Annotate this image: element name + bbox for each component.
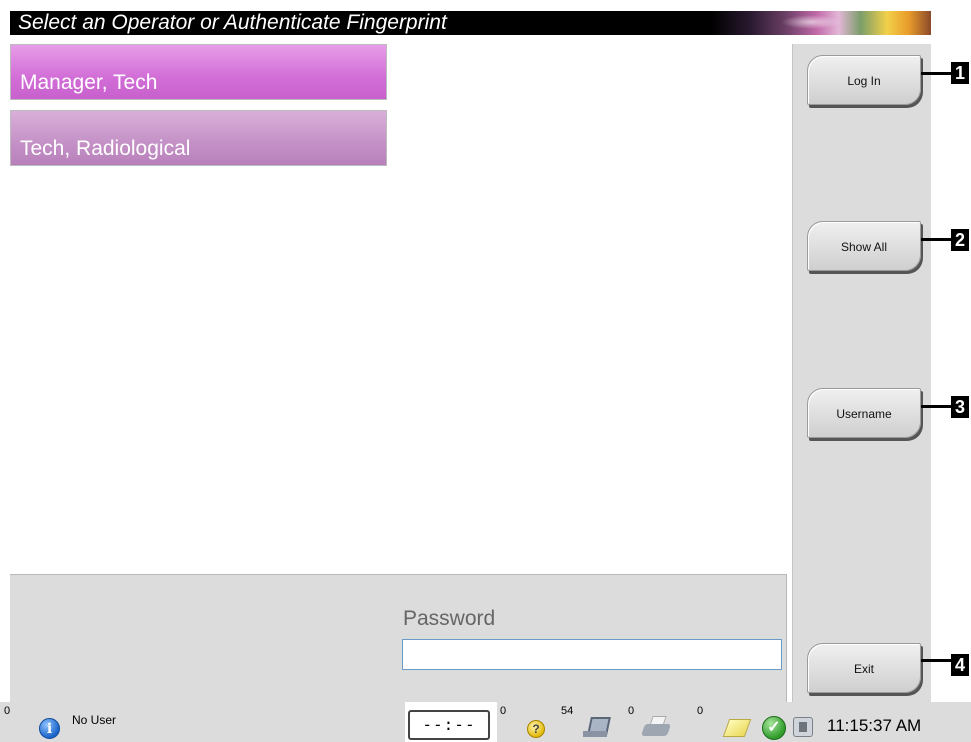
system-clock: 11:15:37 AM xyxy=(827,716,922,735)
title-bar: Select an Operator or Authenticate Finge… xyxy=(10,11,931,35)
film-count: 54 xyxy=(561,705,574,717)
callout-number: 4 xyxy=(951,654,969,676)
printer-count: 0 xyxy=(628,705,635,717)
check-icon[interactable]: ✓ xyxy=(762,716,786,740)
help-count: 0 xyxy=(500,705,507,717)
action-sidebar xyxy=(792,44,931,702)
callout-line xyxy=(921,238,955,241)
connection-icon[interactable] xyxy=(790,714,816,740)
notes-count: 0 xyxy=(697,705,704,717)
exposure-timer: --:-- xyxy=(408,710,490,740)
callout-number: 2 xyxy=(951,229,969,251)
callout-line xyxy=(921,659,955,662)
alerts-count: 0 xyxy=(4,705,11,717)
callout-line xyxy=(921,72,955,75)
help-icon[interactable]: ? xyxy=(527,720,545,738)
current-user: No User xyxy=(72,713,117,727)
operator-item-manager-tech[interactable]: Manager, Tech xyxy=(10,44,387,100)
operator-item-tech-radiological[interactable]: Tech, Radiological xyxy=(10,110,387,166)
show-all-button[interactable]: Show All xyxy=(807,221,921,271)
password-input[interactable] xyxy=(402,639,782,670)
username-button[interactable]: Username xyxy=(807,388,921,438)
page-title: Select an Operator or Authenticate Finge… xyxy=(18,11,447,34)
film-icon[interactable] xyxy=(583,715,613,739)
info-icon[interactable]: i xyxy=(39,718,60,739)
header-flower-graphic xyxy=(711,11,931,35)
note-icon[interactable] xyxy=(722,715,752,739)
callout-number: 1 xyxy=(951,62,969,84)
operator-label: Manager, Tech xyxy=(20,71,158,94)
password-label: Password xyxy=(403,607,496,630)
exit-button[interactable]: Exit xyxy=(807,643,921,693)
operator-label: Tech, Radiological xyxy=(20,137,191,160)
log-in-button[interactable]: Log In xyxy=(807,55,921,105)
printer-icon[interactable] xyxy=(641,714,671,740)
callout-number: 3 xyxy=(951,396,969,418)
status-left-panel xyxy=(0,702,405,742)
callout-line xyxy=(921,405,955,408)
password-panel xyxy=(10,574,787,702)
status-bar: 0 i No User --:-- 0 ? 54 0 0 ✓ 11:15:37 … xyxy=(0,702,971,742)
